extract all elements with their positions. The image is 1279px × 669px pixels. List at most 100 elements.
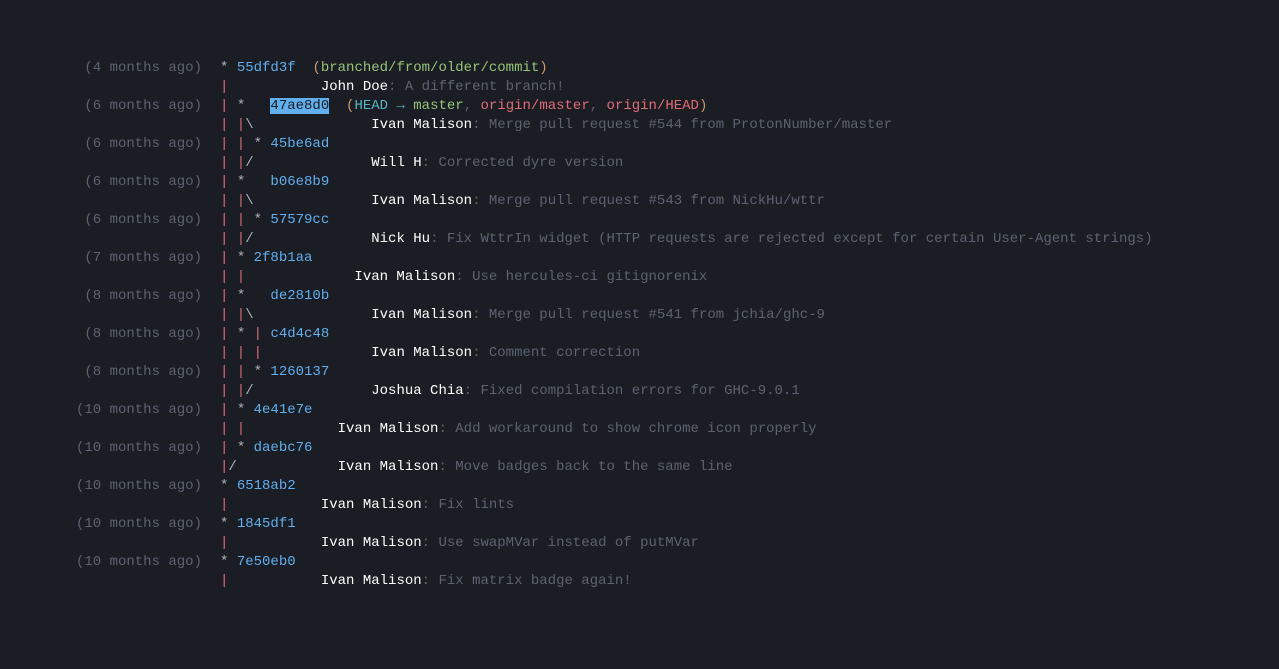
graph-segment: | [220,402,237,418]
commit-message: Corrected dyre version [438,155,623,171]
graph-segment: * [220,516,237,532]
commit-date: (6 months ago) [0,173,220,192]
commit-author: Ivan Malison [371,117,472,133]
log-row: (10 months ago)* 7e50eb0 [0,553,1279,572]
commit-hash[interactable]: 47ae8d0 [270,98,329,114]
commit-hash[interactable]: 1260137 [270,364,329,380]
graph-segment: * [254,364,271,380]
commit-hash[interactable]: 1845df1 [237,516,296,532]
commit-date: (6 months ago) [0,97,220,116]
graph-segment: / [245,383,371,399]
commit-author: Joshua Chia [371,383,463,399]
log-row: (6 months ago)| * b06e8b9 [0,173,1279,192]
commit-date: (10 months ago) [0,401,220,420]
colon: : [388,79,405,95]
graph-segment: | | [220,231,245,247]
colon: : [438,459,455,475]
log-row: (8 months ago)| | * 1260137 [0,363,1279,382]
commit-author: Ivan Malison [354,269,455,285]
commit-hash[interactable]: c4d4c48 [270,326,329,342]
ref-segment: ( [312,60,320,76]
commit-message: Add workaround to show chrome icon prope… [455,421,816,437]
graph-segment: * [254,212,271,228]
graph-segment: * [237,288,271,304]
colon: : [472,345,489,361]
commit-hash[interactable]: 6518ab2 [237,478,296,494]
graph-segment: | | [220,193,245,209]
ref-segment: master [413,98,463,114]
commit-message: Fix WttrIn widget (HTTP requests are rej… [447,231,1153,247]
commit-author: Ivan Malison [338,459,439,475]
colon: : [422,535,439,551]
commit-message: Fixed compilation errors for GHC-9.0.1 [480,383,799,399]
commit-message: A different branch! [405,79,565,95]
commit-hash[interactable]: 7e50eb0 [237,554,296,570]
graph-segment: | [220,79,321,95]
ref-segment: → [396,98,413,114]
commit-author: Ivan Malison [338,421,439,437]
log-row: (4 months ago)* 55dfd3f (branched/from/o… [0,59,1279,78]
log-row: | | Ivan Malison: Use hercules-ci gitign… [0,268,1279,287]
graph-segment: / [245,155,371,171]
commit-date: (10 months ago) [0,439,220,458]
commit-date: (7 months ago) [0,249,220,268]
ref-segment: , [590,98,607,114]
graph-segment: | | [220,383,245,399]
commit-hash[interactable]: 2f8b1aa [254,250,313,266]
commit-author: Ivan Malison [321,573,422,589]
log-row: | | Ivan Malison: Add workaround to show… [0,420,1279,439]
graph-segment: | [220,174,237,190]
graph-segment: * [237,250,254,266]
commit-hash[interactable]: 4e41e7e [254,402,313,418]
graph-segment: * [220,478,237,494]
log-row: |/ Ivan Malison: Move badges back to the… [0,458,1279,477]
log-row: (10 months ago)* 6518ab2 [0,477,1279,496]
graph-segment: | [220,573,321,589]
graph-segment: \ [245,307,371,323]
graph-segment: * [237,98,271,114]
ref-segment: ) [699,98,707,114]
graph-segment: | [220,497,321,513]
commit-message: Move badges back to the same line [455,459,732,475]
commit-message: Merge pull request #543 from NickHu/wttr [489,193,825,209]
graph-segment: | | [220,212,254,228]
graph-segment: | [220,288,237,304]
log-row: (7 months ago)| * 2f8b1aa [0,249,1279,268]
commit-hash[interactable]: 55dfd3f [237,60,296,76]
commit-date: (10 months ago) [0,477,220,496]
colon: : [422,497,439,513]
colon: : [422,155,439,171]
commit-date: (10 months ago) [0,553,220,572]
graph-segment: * [254,136,271,152]
graph-segment: | | [220,307,245,323]
commit-hash[interactable]: de2810b [270,288,329,304]
colon: : [422,573,439,589]
graph-segment: / [228,459,337,475]
commit-message: Use hercules-ci gitignorenix [472,269,707,285]
ref-segment: origin/master [481,98,590,114]
ref-segment: branched/from/older/commit [321,60,539,76]
graph-segment: | | [220,421,338,437]
commit-hash[interactable]: b06e8b9 [270,174,329,190]
commit-author: Will H [371,155,421,171]
commit-date: (8 months ago) [0,287,220,306]
commit-hash[interactable]: daebc76 [254,440,313,456]
commit-date: (8 months ago) [0,325,220,344]
commit-date: (4 months ago) [0,59,220,78]
log-row: (6 months ago)| | * 45be6ad [0,135,1279,154]
log-row: (8 months ago)| * de2810b [0,287,1279,306]
commit-message: Fix matrix badge again! [438,573,631,589]
log-row: | John Doe: A different branch! [0,78,1279,97]
graph-segment: | [220,250,237,266]
commit-date: (8 months ago) [0,363,220,382]
log-row: (10 months ago)* 1845df1 [0,515,1279,534]
commit-hash[interactable]: 45be6ad [270,136,329,152]
graph-segment: * [237,174,271,190]
graph-segment: * [220,554,237,570]
graph-segment: | | [220,269,354,285]
log-row: (6 months ago)| | * 57579cc [0,211,1279,230]
log-row: | |/ Joshua Chia: Fixed compilation erro… [0,382,1279,401]
ref-segment: HEAD [354,98,396,114]
commit-hash[interactable]: 57579cc [270,212,329,228]
colon: : [464,383,481,399]
